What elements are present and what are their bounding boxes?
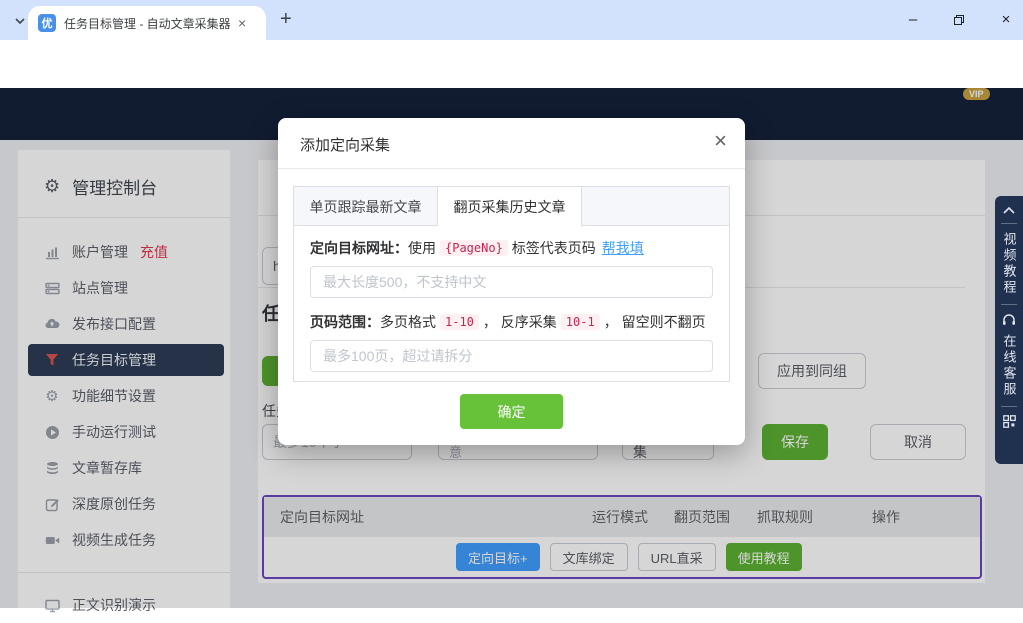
dialog-tabs: 单页跟踪最新文章 翻页采集历史文章 定向目标网址： 使用 {PageNo} 标签… bbox=[293, 186, 730, 382]
confirm-button[interactable]: 确定 bbox=[460, 394, 563, 429]
placeholder-text: 最多100页，超过请拆分 bbox=[323, 346, 472, 366]
label-text: 标签代表页码 bbox=[512, 238, 596, 258]
browser-tab[interactable]: 优 任务目标管理 - 自动文章采集器 × bbox=[28, 6, 266, 40]
tab-title: 任务目标管理 - 自动文章采集器 bbox=[64, 15, 234, 32]
video-tutorial-link[interactable]: 视频教程 bbox=[1000, 232, 1019, 296]
window-close-button[interactable]: × bbox=[998, 12, 1014, 28]
headset-icon[interactable] bbox=[1002, 313, 1016, 326]
target-url-input[interactable]: 最大长度500，不支持中文 bbox=[310, 266, 713, 298]
site-favicon: 优 bbox=[38, 14, 56, 32]
floating-side-panel: 视频教程 在线客服 bbox=[995, 196, 1023, 464]
label-text: ， 留空则不翻页 bbox=[604, 312, 706, 332]
dialog-close-icon[interactable]: × bbox=[714, 130, 727, 152]
divider bbox=[1001, 304, 1017, 305]
tab-close-icon[interactable]: × bbox=[238, 15, 246, 31]
dialog-title: 添加定向采集 bbox=[300, 134, 390, 155]
tab-single-page-track[interactable]: 单页跟踪最新文章 bbox=[294, 187, 438, 226]
qr-code-icon[interactable] bbox=[1003, 415, 1016, 428]
tabs-header: 单页跟踪最新文章 翻页采集历史文章 bbox=[294, 187, 729, 226]
placeholder-text: 最大长度500，不支持中文 bbox=[323, 272, 486, 292]
tab-search-chevron-icon[interactable] bbox=[10, 11, 30, 31]
page-range-input[interactable]: 最多100页，超过请拆分 bbox=[310, 340, 713, 372]
divider bbox=[1001, 223, 1017, 224]
divider bbox=[1001, 406, 1017, 407]
help-fill-link[interactable]: 帮我填 bbox=[602, 238, 644, 258]
label-text: 多页格式 bbox=[380, 312, 436, 332]
tab-label: 单页跟踪最新文章 bbox=[310, 197, 422, 217]
screen: 优 任务目标管理 - 自动文章采集器 × + – × ← → ucaiyun.c… bbox=[0, 0, 1023, 608]
range-code-chip: 10-1 bbox=[561, 314, 600, 330]
add-target-dialog: 添加定向采集 × 单页跟踪最新文章 翻页采集历史文章 定向目标网址： 使用 {P… bbox=[278, 118, 745, 445]
window-minimize-button[interactable]: – bbox=[905, 12, 921, 28]
pageno-code-chip: {PageNo} bbox=[440, 240, 508, 256]
window-restore-button[interactable] bbox=[951, 12, 967, 28]
range-code-chip: 1-10 bbox=[440, 314, 479, 330]
divider bbox=[278, 168, 745, 169]
browser-titlebar: 优 任务目标管理 - 自动文章采集器 × + – × bbox=[0, 0, 1023, 40]
browser-toolbar: ← → ucaiyun.com/caiji/category/ ☆ 井 ⋮ bbox=[0, 40, 1023, 88]
scroll-top-chevron-icon[interactable] bbox=[1002, 206, 1016, 215]
label-bold: 页码范围： bbox=[310, 312, 380, 332]
label-text: 使用 bbox=[408, 238, 436, 258]
online-service-link[interactable]: 在线客服 bbox=[1000, 334, 1019, 398]
new-tab-button[interactable]: + bbox=[280, 9, 292, 29]
tab-label: 翻页采集历史文章 bbox=[454, 197, 566, 217]
tab-paginated-history[interactable]: 翻页采集历史文章 bbox=[438, 187, 582, 227]
label-bold: 定向目标网址： bbox=[310, 238, 408, 258]
button-label: 确定 bbox=[498, 402, 526, 422]
page-range-label: 页码范围： 多页格式 1-10 ， 反序采集 10-1 ， 留空则不翻页 bbox=[310, 312, 713, 332]
label-text: ， 反序采集 bbox=[483, 312, 557, 332]
target-url-label: 定向目标网址： 使用 {PageNo} 标签代表页码 帮我填 bbox=[310, 238, 713, 258]
tab-content: 定向目标网址： 使用 {PageNo} 标签代表页码 帮我填 最大长度500，不… bbox=[294, 226, 729, 398]
